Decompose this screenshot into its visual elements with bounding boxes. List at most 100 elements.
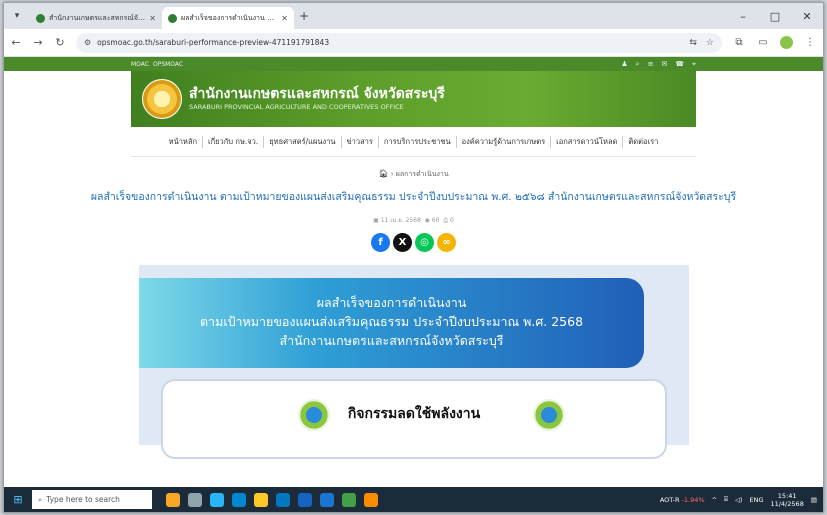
browser-window: ▾ สำนักงานเกษตรและสหกรณ์จังหวัด ✕ ผลสำเร… bbox=[3, 2, 824, 513]
bookmark-star-icon[interactable]: ☆ bbox=[706, 38, 714, 48]
window-controls: – □ ✕ bbox=[727, 10, 823, 23]
top-strip: MOAC OPSMOAC ♟ ⌕ ≡ ✉ ☎ ⌖ bbox=[4, 57, 823, 71]
home-icon[interactable]: 🏠︎ bbox=[378, 169, 388, 178]
banner-line-1: ผลสำเร็จของการดำเนินงาน bbox=[316, 295, 467, 310]
extra-count: 0 bbox=[450, 217, 454, 224]
breadcrumb: 🏠︎ › ผลการดำเนินงาน bbox=[378, 169, 449, 178]
edge-icon[interactable] bbox=[232, 492, 246, 507]
tab-1[interactable]: สำนักงานเกษตรและสหกรณ์จังหวัด ✕ bbox=[30, 7, 162, 29]
tab-2[interactable]: ผลสำเร็จของการดำเนินงาน ตามเป้า ✕ bbox=[162, 7, 294, 29]
network-icon[interactable]: ⌸ bbox=[724, 495, 728, 504]
facebook-share-icon[interactable]: f bbox=[371, 233, 390, 252]
tray-chevron-icon[interactable]: ^ bbox=[712, 496, 717, 504]
close-tab-icon[interactable]: ✕ bbox=[149, 14, 156, 23]
print-icon: ⎙ bbox=[443, 217, 449, 224]
nav-downloads[interactable]: เอกสารดาวน์โหลด bbox=[551, 135, 624, 148]
article-banner-image: ผลสำเร็จของการดำเนินงาน ตามเป้าหมายของแผ… bbox=[139, 265, 689, 459]
tab-title: ผลสำเร็จของการดำเนินงาน ตามเป้า bbox=[181, 13, 277, 22]
org-name-th: สำนักงานเกษตรและสหกรณ์ จังหวัดสระบุรี bbox=[189, 86, 445, 102]
sitemap-icon[interactable]: ≡ bbox=[648, 60, 654, 69]
taskbar-apps bbox=[166, 492, 378, 507]
article-meta: ▣ 11 เม.ย. 2568 ◉ 60 ⎙ 0 bbox=[4, 215, 823, 225]
close-window-button[interactable]: ✕ bbox=[791, 10, 823, 23]
stock-ticker[interactable]: AOT-R -1.94% bbox=[660, 496, 705, 504]
org-logo[interactable] bbox=[142, 79, 182, 119]
taskbar: ⊞ ⌕ Type here to search AOT-R -1.94% ^ ⌸… bbox=[4, 487, 823, 512]
new-tab-button[interactable]: + bbox=[294, 9, 314, 23]
nav-news[interactable]: ข่าวสาร bbox=[342, 135, 379, 148]
profile-avatar[interactable] bbox=[780, 36, 793, 49]
clock[interactable]: 15:41 11/4/2568 bbox=[771, 492, 804, 508]
system-tray: AOT-R -1.94% ^ ⌸ ◁) ENG 15:41 11/4/2568 … bbox=[660, 492, 823, 508]
widgets-icon[interactable] bbox=[166, 492, 180, 507]
site-header: สำนักงานเกษตรและสหกรณ์ จังหวัดสระบุรี SA… bbox=[131, 71, 696, 127]
recycle-globe-icon bbox=[533, 399, 565, 431]
word-icon[interactable] bbox=[320, 492, 334, 507]
sidepanel-icon[interactable]: ▭ bbox=[756, 37, 770, 48]
org-name-en: SARABURI PROVINCIAL AGRICULTURE AND COOP… bbox=[189, 103, 404, 111]
task-view-icon[interactable] bbox=[188, 492, 202, 507]
line-app-icon[interactable] bbox=[342, 492, 356, 507]
url-input[interactable]: ⚙ opsmoac.go.th/saraburi-performance-pre… bbox=[76, 32, 722, 53]
stock-name: AOT-R bbox=[659, 495, 680, 504]
mail-app-icon[interactable] bbox=[298, 492, 312, 507]
nav-about[interactable]: เกี่ยวกับ กษ.จว. bbox=[203, 135, 265, 148]
url-text: opsmoac.go.th/saraburi-performance-previ… bbox=[97, 38, 330, 47]
clock-time: 15:41 bbox=[777, 491, 797, 500]
nav-home[interactable]: หน้าหลัก bbox=[164, 135, 204, 148]
breadcrumb-current[interactable]: ผลการดำเนินงาน bbox=[396, 170, 449, 178]
nav-services[interactable]: การบริการประชาชน bbox=[379, 135, 457, 148]
chrome-icon[interactable] bbox=[364, 492, 378, 507]
opsmoac-link[interactable]: OPSMOAC bbox=[153, 61, 183, 68]
search-placeholder: Type here to search bbox=[46, 495, 120, 504]
banner-line-3: สำนักงานเกษตรและสหกรณ์จังหวัดสระบุรี bbox=[279, 333, 504, 348]
calendar-icon: ▣ bbox=[373, 217, 379, 224]
reload-icon[interactable]: ↻ bbox=[54, 36, 66, 49]
views-icon: ◉ bbox=[424, 217, 430, 224]
translate-icon[interactable]: ⇆ bbox=[689, 38, 697, 48]
file-explorer-icon[interactable] bbox=[254, 492, 268, 507]
site-info-icon[interactable]: ⚙ bbox=[84, 38, 91, 47]
close-tab-icon[interactable]: ✕ bbox=[281, 14, 288, 23]
notifications-icon[interactable]: ▤ bbox=[811, 496, 817, 504]
main-nav: หน้าหลัก เกี่ยวกับ กษ.จว. ยุทธศาสตร์/แผน… bbox=[131, 127, 696, 157]
windows-start-icon[interactable]: ⊞ bbox=[4, 493, 32, 506]
site-favicon-icon bbox=[36, 13, 45, 23]
store-icon[interactable] bbox=[276, 492, 290, 507]
maximize-button[interactable]: □ bbox=[759, 10, 791, 23]
photos-icon[interactable] bbox=[210, 492, 224, 507]
nav-contact[interactable]: ติดต่อเรา bbox=[623, 136, 663, 148]
menu-icon[interactable]: ⋮ bbox=[803, 37, 817, 48]
search-icon[interactable]: ⌕ bbox=[636, 60, 640, 69]
location-icon[interactable]: ⌖ bbox=[692, 60, 696, 69]
activity-title: กิจกรรมลดใช้พลังงาน bbox=[347, 406, 481, 422]
stock-change: -1.94% bbox=[681, 495, 705, 504]
share-buttons: f X ◎ ∞ bbox=[4, 233, 823, 252]
taskbar-search-input[interactable]: ⌕ Type here to search bbox=[32, 490, 152, 509]
address-bar: ← → ↻ ⚙ opsmoac.go.th/saraburi-performan… bbox=[4, 29, 823, 57]
tab-search-icon[interactable]: ▾ bbox=[4, 11, 30, 21]
line-share-icon[interactable]: ◎ bbox=[415, 233, 434, 252]
moac-link[interactable]: MOAC bbox=[131, 61, 149, 68]
banner-line-2: ตามเป้าหมายของแผนส่งเสริมคุณธรรม ประจำปี… bbox=[199, 314, 584, 329]
page-title: ผลสำเร็จของการดำเนินงาน ตามเป้าหมายของแผ… bbox=[90, 191, 737, 203]
nav-strategy[interactable]: ยุทธศาสตร์/แผนงาน bbox=[264, 135, 342, 148]
tab-bar: ▾ สำนักงานเกษตรและสหกรณ์จังหวัด ✕ ผลสำเร… bbox=[4, 3, 823, 29]
x-share-icon[interactable]: X bbox=[393, 233, 412, 252]
language-indicator[interactable]: ENG bbox=[749, 496, 763, 504]
activity-card: กิจกรรมลดใช้พลังงาน bbox=[161, 379, 667, 459]
forward-icon[interactable]: → bbox=[32, 36, 44, 49]
phone-icon[interactable]: ☎ bbox=[675, 60, 684, 69]
copy-link-icon[interactable]: ∞ bbox=[437, 233, 456, 252]
nav-knowledge[interactable]: องค์ความรู้ด้านการเกษตร bbox=[457, 135, 552, 148]
mail-icon[interactable]: ✉ bbox=[661, 60, 667, 69]
post-date: 11 เม.ย. 2568 bbox=[380, 217, 421, 224]
user-icon[interactable]: ♟ bbox=[621, 60, 627, 69]
minimize-button[interactable]: – bbox=[727, 10, 759, 23]
extensions-icon[interactable]: ⧉ bbox=[732, 37, 746, 48]
site-favicon-icon bbox=[168, 13, 177, 23]
back-icon[interactable]: ← bbox=[10, 36, 22, 49]
volume-icon[interactable]: ◁) bbox=[735, 496, 743, 504]
tab-title: สำนักงานเกษตรและสหกรณ์จังหวัด bbox=[49, 13, 146, 22]
search-icon: ⌕ bbox=[38, 494, 43, 504]
